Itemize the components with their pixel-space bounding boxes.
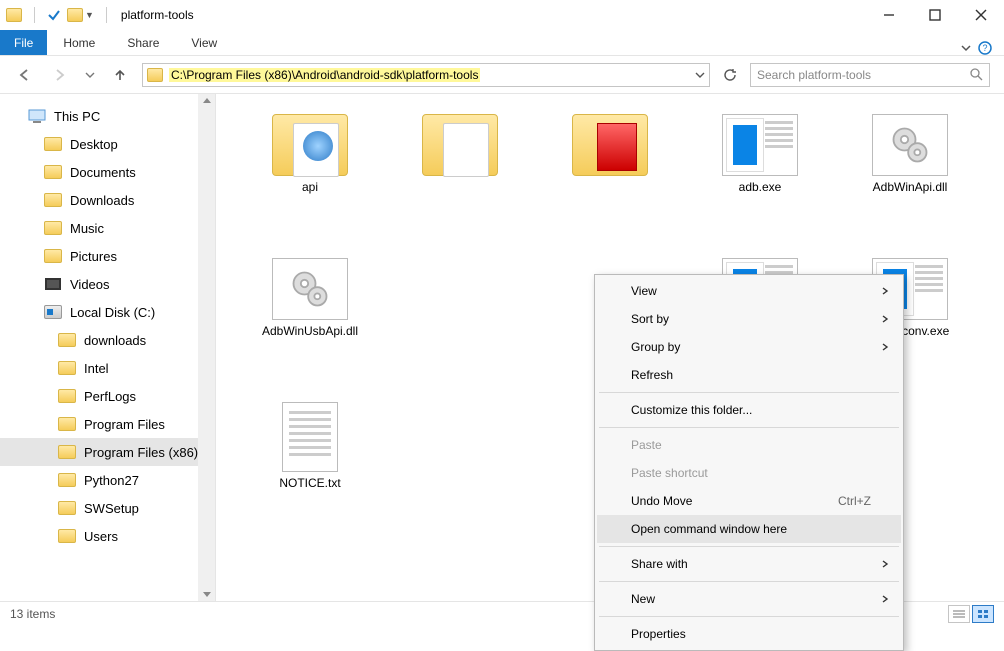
- ctx-refresh[interactable]: Refresh: [597, 361, 901, 389]
- address-path: C:\Program Files (x86)\Android\android-s…: [169, 68, 480, 82]
- titlebar: ▼ platform-tools: [0, 0, 1004, 30]
- ctx-new[interactable]: New: [597, 585, 901, 613]
- ctx-view[interactable]: View: [597, 277, 901, 305]
- file-item-notice[interactable]: NOTICE.txt: [240, 394, 380, 534]
- ctx-properties[interactable]: Properties: [597, 620, 901, 648]
- separator: [599, 581, 899, 582]
- file-item-hidden[interactable]: [390, 250, 530, 390]
- maximize-button[interactable]: [912, 0, 958, 30]
- status-item-count: 13 items: [10, 607, 55, 621]
- chevron-right-icon: [881, 343, 889, 351]
- file-item-folder[interactable]: [390, 106, 530, 246]
- sidebar-item-python27[interactable]: Python27: [0, 466, 215, 494]
- file-item-adbwinapi[interactable]: AdbWinApi.dll: [840, 106, 980, 246]
- sidebar: This PC Desktop Documents Downloads Musi…: [0, 94, 216, 601]
- chevron-right-icon: [881, 287, 889, 295]
- ctx-paste-shortcut: Paste shortcut: [597, 459, 901, 487]
- check-icon[interactable]: [47, 8, 61, 22]
- ctx-sort-by[interactable]: Sort by: [597, 305, 901, 333]
- sidebar-item-program-files-x86[interactable]: Program Files (x86): [0, 438, 215, 466]
- close-button[interactable]: [958, 0, 1004, 30]
- content-area: api adb.exe AdbWinApi.dll AdbWinUsbApi.d…: [216, 94, 1004, 601]
- minimize-button[interactable]: [866, 0, 912, 30]
- recent-dropdown[interactable]: [82, 61, 98, 89]
- folder-icon: [67, 8, 83, 22]
- ctx-undo-move[interactable]: Undo MoveCtrl+Z: [597, 487, 901, 515]
- ctx-share-with[interactable]: Share with: [597, 550, 901, 578]
- scrollbar[interactable]: [198, 94, 215, 601]
- tab-share[interactable]: Share: [111, 30, 175, 55]
- ctx-open-command-window[interactable]: Open command window here: [597, 515, 901, 543]
- quick-access-toolbar: ▼: [6, 7, 113, 23]
- sidebar-item-perflogs[interactable]: PerfLogs: [0, 382, 215, 410]
- up-button[interactable]: [106, 61, 134, 89]
- separator: [599, 392, 899, 393]
- icons-view-button[interactable]: [972, 605, 994, 623]
- chevron-right-icon: [881, 315, 889, 323]
- tab-home[interactable]: Home: [47, 30, 111, 55]
- svg-text:?: ?: [982, 43, 987, 53]
- separator: [599, 546, 899, 547]
- sidebar-item-downloads[interactable]: Downloads: [0, 186, 215, 214]
- sidebar-item-program-files[interactable]: Program Files: [0, 410, 215, 438]
- forward-button[interactable]: [46, 61, 74, 89]
- file-item-folder-pdf[interactable]: [540, 106, 680, 246]
- details-view-button[interactable]: [948, 605, 970, 623]
- navbar: C:\Program Files (x86)\Android\android-s…: [0, 56, 1004, 94]
- folder-icon: [147, 68, 163, 82]
- search-input[interactable]: Search platform-tools: [750, 63, 990, 87]
- chevron-down-icon[interactable]: [695, 70, 705, 80]
- file-tab[interactable]: File: [0, 30, 47, 55]
- folder-icon: [6, 8, 22, 22]
- context-menu: View Sort by Group by Refresh Customize …: [594, 274, 904, 651]
- chevron-right-icon: [881, 560, 889, 568]
- chevron-right-icon: [881, 595, 889, 603]
- sidebar-item-downloads-folder[interactable]: downloads: [0, 326, 215, 354]
- sidebar-item-pictures[interactable]: Pictures: [0, 242, 215, 270]
- sidebar-item-swsetup[interactable]: SWSetup: [0, 494, 215, 522]
- sidebar-item-videos[interactable]: Videos: [0, 270, 215, 298]
- ctx-customize[interactable]: Customize this folder...: [597, 396, 901, 424]
- file-item-adbwinusbapi[interactable]: AdbWinUsbApi.dll: [240, 250, 380, 390]
- separator: [599, 427, 899, 428]
- help-icon[interactable]: ?: [978, 41, 992, 55]
- sidebar-item-users[interactable]: Users: [0, 522, 215, 550]
- file-item-api[interactable]: api: [240, 106, 380, 246]
- sidebar-item-music[interactable]: Music: [0, 214, 215, 242]
- ctx-paste: Paste: [597, 431, 901, 459]
- refresh-button[interactable]: [718, 63, 742, 87]
- separator: [599, 616, 899, 617]
- search-placeholder: Search platform-tools: [757, 68, 871, 82]
- sidebar-item-intel[interactable]: Intel: [0, 354, 215, 382]
- sidebar-item-desktop[interactable]: Desktop: [0, 130, 215, 158]
- window-title: platform-tools: [121, 8, 194, 22]
- chevron-down-icon[interactable]: [960, 42, 972, 54]
- ctx-group-by[interactable]: Group by: [597, 333, 901, 361]
- sidebar-item-this-pc[interactable]: This PC: [0, 102, 215, 130]
- address-bar[interactable]: C:\Program Files (x86)\Android\android-s…: [142, 63, 710, 87]
- search-icon: [970, 68, 983, 81]
- sidebar-item-local-disk[interactable]: Local Disk (C:): [0, 298, 215, 326]
- tab-view[interactable]: View: [175, 30, 233, 55]
- sidebar-item-documents[interactable]: Documents: [0, 158, 215, 186]
- back-button[interactable]: [10, 61, 38, 89]
- file-item-adb[interactable]: adb.exe: [690, 106, 830, 246]
- ribbon: File Home Share View ?: [0, 30, 1004, 56]
